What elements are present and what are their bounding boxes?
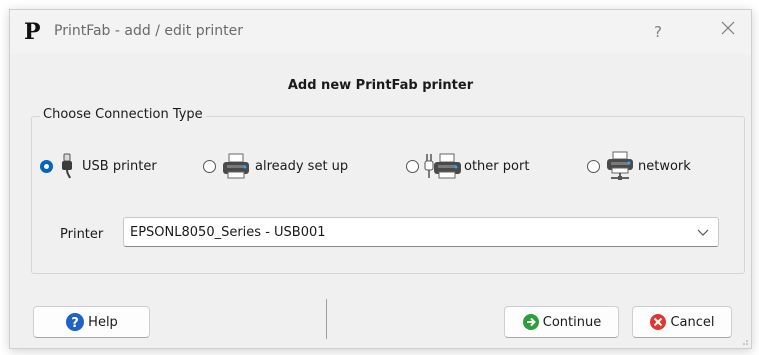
- help-button-label: Help: [88, 314, 118, 330]
- option-label: network: [638, 158, 691, 174]
- dialog-heading: Add new PrintFab printer: [287, 78, 474, 93]
- cancel-button-label: Cancel: [670, 314, 715, 330]
- printer-icon: [223, 153, 249, 179]
- radio-button[interactable]: [406, 159, 419, 173]
- close-button[interactable]: [716, 20, 740, 44]
- option-label: other port: [464, 158, 530, 174]
- port-printer-icon: [424, 153, 461, 179]
- continue-button-label: Continue: [542, 314, 602, 330]
- continue-arrow-icon: [522, 314, 539, 330]
- help-icon: ?: [66, 313, 85, 331]
- radio-other-port[interactable]: other port: [406, 150, 529, 182]
- group-title: Choose Connection Type: [40, 107, 206, 122]
- printer-row: Printer: [60, 219, 111, 249]
- network-printer-icon: [607, 151, 633, 180]
- radio-button-selected[interactable]: [40, 159, 53, 173]
- connection-type-group: [31, 116, 745, 274]
- printer-select-value: EPSONL8050_Series - USB001: [130, 225, 326, 240]
- resize-grip-icon[interactable]: [741, 338, 749, 346]
- window-title: PrintFab - add / edit printer: [54, 23, 243, 39]
- option-label: already set up: [255, 158, 349, 174]
- svg-text:?: ?: [71, 316, 79, 331]
- cancel-button[interactable]: Cancel: [632, 306, 732, 338]
- close-icon: [721, 21, 735, 35]
- button-separator: [326, 299, 327, 339]
- help-question-button[interactable]: ?: [648, 20, 668, 44]
- cancel-icon: [650, 314, 667, 330]
- help-button[interactable]: ? Help: [33, 306, 150, 338]
- dialog-window: P PrintFab - add / edit printer ? Add ne…: [9, 9, 752, 349]
- printer-label: Printer: [60, 226, 104, 242]
- radio-already-set-up[interactable]: already set up: [203, 150, 348, 182]
- continue-button[interactable]: Continue: [504, 306, 619, 338]
- option-label: USB printer: [82, 158, 157, 174]
- radio-button[interactable]: [587, 159, 600, 173]
- printer-select[interactable]: EPSONL8050_Series - USB001: [123, 217, 719, 247]
- radio-button[interactable]: [203, 159, 216, 173]
- app-logo: P: [24, 19, 41, 45]
- chevron-down-icon[interactable]: [697, 227, 709, 237]
- usb-plug-icon: [62, 153, 72, 179]
- title-bar: P PrintFab - add / edit printer ?: [10, 10, 751, 54]
- radio-network[interactable]: network: [587, 150, 691, 182]
- radio-usb-printer[interactable]: USB printer: [40, 150, 157, 182]
